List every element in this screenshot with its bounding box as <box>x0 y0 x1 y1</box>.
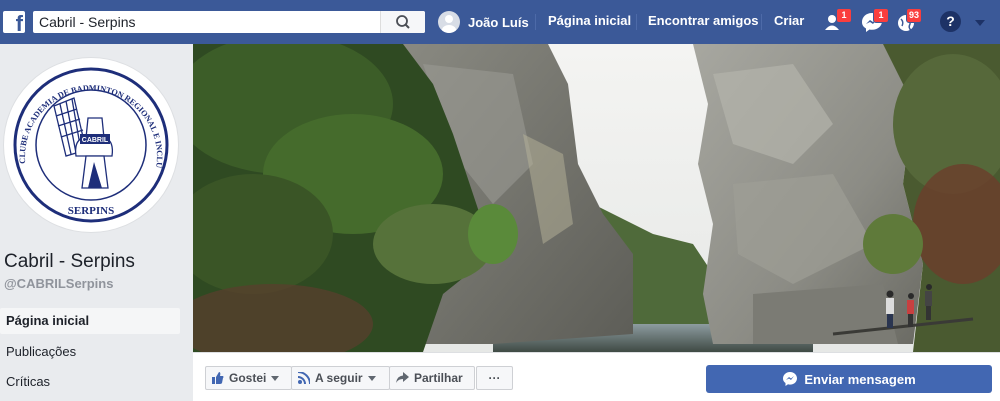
top-navigation-bar: f João Luís Página inicial Encontrar ami… <box>0 0 1000 44</box>
more-options-button[interactable]: ··· <box>476 366 513 390</box>
like-label: Gostei <box>229 371 267 385</box>
page-action-bar: Gostei A seguir Partilhar ··· Enviar men… <box>193 352 1000 401</box>
divider <box>636 14 637 30</box>
facebook-logo[interactable]: f <box>3 11 25 35</box>
menu-item-reviews[interactable]: Críticas <box>0 369 180 395</box>
search-button[interactable] <box>380 11 425 33</box>
page-username[interactable]: @CABRILSerpins <box>4 276 113 291</box>
chevron-down-icon <box>367 375 376 381</box>
friends-badge: 1 <box>836 8 852 23</box>
club-logo: CLUBE ACADEMIA DE BADMINTON REGIONAL E I… <box>1 51 169 223</box>
divider <box>761 14 762 30</box>
chevron-down-icon <box>271 375 280 381</box>
search-input[interactable] <box>33 11 379 33</box>
thumbs-up-icon <box>212 372 224 384</box>
menu-item-home[interactable]: Página inicial <box>0 308 180 334</box>
nav-find-friends-link[interactable]: Encontrar amigos <box>648 13 759 28</box>
messages-badge: 1 <box>873 8 889 23</box>
profile-link[interactable]: João Luís <box>438 11 529 33</box>
nav-home-link[interactable]: Página inicial <box>548 13 631 28</box>
page-left-column: CLUBE ACADEMIA DE BADMINTON REGIONAL E I… <box>0 44 192 400</box>
send-message-button[interactable]: Enviar mensagem <box>706 365 992 393</box>
share-button[interactable]: Partilhar <box>389 366 475 390</box>
follow-label: A seguir <box>315 371 363 385</box>
help-button[interactable]: ? <box>940 11 961 32</box>
cover-image <box>193 44 1000 352</box>
avatar <box>438 11 460 33</box>
user-name: João Luís <box>468 14 529 30</box>
help-icon: ? <box>946 13 955 29</box>
account-menu-caret-icon[interactable] <box>975 20 985 26</box>
notifications-badge: 93 <box>906 8 923 23</box>
like-button[interactable]: Gostei <box>205 366 292 390</box>
share-label: Partilhar <box>414 371 463 385</box>
menu-item-posts[interactable]: Publicações <box>0 339 180 365</box>
cover-photo[interactable] <box>193 44 1000 352</box>
messages-button[interactable]: 1 <box>860 8 889 34</box>
search-box <box>33 11 425 33</box>
send-message-label: Enviar mensagem <box>804 371 916 387</box>
logo-bottom-text: SERPINS <box>68 205 114 217</box>
nav-create-link[interactable]: Criar <box>774 13 804 28</box>
page-profile-picture[interactable]: CLUBE ACADEMIA DE BADMINTON REGIONAL E I… <box>1 51 178 232</box>
divider <box>535 14 536 30</box>
more-dots-icon: ··· <box>488 371 501 385</box>
page-title: Cabril - Serpins <box>4 251 135 272</box>
notifications-button[interactable]: 93 <box>895 8 923 34</box>
messenger-icon <box>783 372 798 386</box>
friend-requests-button[interactable]: 1 <box>823 8 852 34</box>
share-arrow-icon <box>396 372 409 383</box>
rss-follow-icon <box>298 372 310 384</box>
search-icon <box>396 15 410 29</box>
follow-button[interactable]: A seguir <box>291 366 390 390</box>
logo-badge-text: CABRIL <box>82 137 109 144</box>
